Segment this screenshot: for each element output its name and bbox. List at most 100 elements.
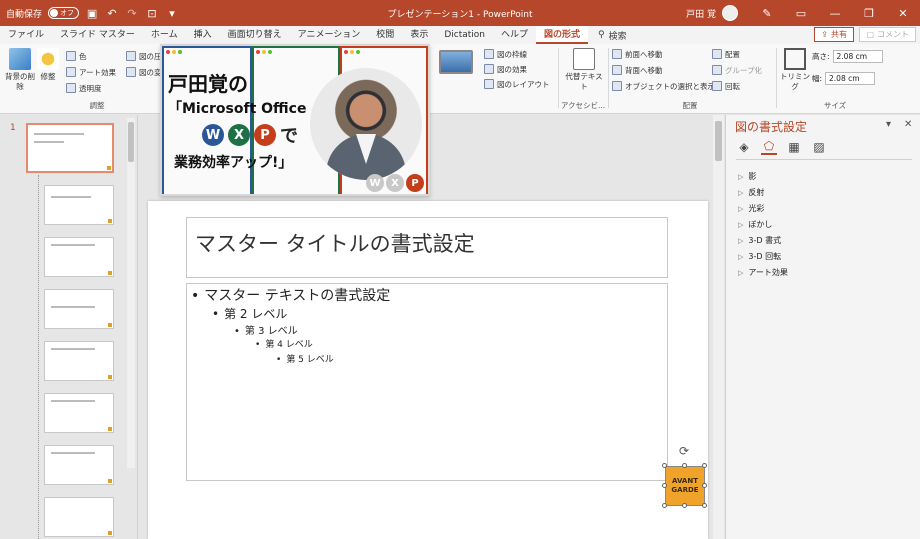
- tab-review[interactable]: 校閲: [368, 26, 402, 44]
- expand-caret-icon: ▷: [738, 204, 744, 213]
- ribbon-display-icon[interactable]: ▭: [784, 0, 818, 26]
- tab-home[interactable]: ホーム: [143, 26, 186, 44]
- effects-icon[interactable]: ⬠: [761, 139, 777, 155]
- layout-thumbnail[interactable]: [44, 445, 114, 485]
- resize-handle[interactable]: [702, 463, 707, 468]
- master-thumbnail[interactable]: [26, 123, 114, 173]
- group-button[interactable]: グループ化: [712, 64, 762, 76]
- corrections-button[interactable]: 修整: [30, 48, 66, 82]
- minimize-icon[interactable]: —: [818, 0, 852, 26]
- tab-file[interactable]: ファイル: [0, 26, 52, 44]
- size-properties-icon[interactable]: ▦: [786, 139, 802, 155]
- level-1-text[interactable]: • マスター テキストの書式設定: [191, 285, 390, 305]
- transparency-button[interactable]: 透明度: [66, 82, 102, 94]
- section-soft-edges[interactable]: ▷ ぼかし: [738, 219, 772, 230]
- send-backward-label: 背面へ移動: [625, 65, 663, 75]
- artistic-effects-button[interactable]: アート効果: [66, 66, 116, 78]
- resize-handle[interactable]: [662, 463, 667, 468]
- layout-thumbnail[interactable]: [44, 497, 114, 537]
- picture-style-gallery[interactable]: [436, 50, 476, 76]
- pen-icon[interactable]: ✎: [750, 0, 784, 26]
- ribbon-separator: [776, 48, 777, 108]
- logo-line-1: AVANT: [672, 477, 698, 485]
- customize-qa-icon[interactable]: ▾: [165, 6, 179, 20]
- tab-view[interactable]: 表示: [402, 26, 436, 44]
- tab-insert[interactable]: 挿入: [186, 26, 220, 44]
- scrollbar-thumb[interactable]: [128, 122, 134, 162]
- section-glow[interactable]: ▷ 光彩: [738, 203, 764, 214]
- close-icon[interactable]: ✕: [886, 0, 920, 26]
- restore-icon[interactable]: ❐: [852, 0, 886, 26]
- resize-handle[interactable]: [662, 483, 667, 488]
- canvas-scrollbar[interactable]: [713, 115, 724, 539]
- align-button[interactable]: 配置: [712, 48, 740, 60]
- alt-text-button[interactable]: 代替テキスト: [564, 48, 604, 92]
- compress-pictures-button[interactable]: 図の圧: [126, 50, 162, 62]
- picture-icon[interactable]: ▨: [811, 139, 827, 155]
- tab-picture-format[interactable]: 図の形式: [536, 26, 589, 44]
- level-3-text[interactable]: • 第 3 レベル: [234, 322, 298, 337]
- thumb-line: [51, 244, 95, 246]
- level-4-text[interactable]: • 第 4 レベル: [255, 337, 313, 350]
- section-shadow[interactable]: ▷ 影: [738, 171, 756, 182]
- transparency-label: 透明度: [79, 83, 102, 93]
- section-reflection[interactable]: ▷ 反射: [738, 187, 764, 198]
- present-icon[interactable]: ⊡: [145, 6, 159, 20]
- rotate-handle-icon[interactable]: ⟳: [677, 444, 691, 458]
- share-button[interactable]: ⇪ 共有: [814, 27, 854, 42]
- resize-handle[interactable]: [702, 503, 707, 508]
- section-3d-format[interactable]: ▷ 3-D 書式: [738, 235, 781, 246]
- height-field[interactable]: 高さ: 2.08 cm: [812, 50, 883, 63]
- slide-thumbnail-panel: 1: [0, 115, 138, 539]
- level-2-text[interactable]: • 第 2 レベル: [212, 305, 287, 322]
- picture-effects-button[interactable]: 図の効果: [484, 63, 527, 75]
- avant-garde-logo[interactable]: AVANT GARDE: [665, 466, 705, 506]
- thumbnail-scrollbar[interactable]: [127, 118, 135, 468]
- tab-animations[interactable]: アニメーション: [290, 26, 369, 44]
- layout-thumbnail[interactable]: [44, 289, 114, 329]
- resize-handle[interactable]: [682, 463, 687, 468]
- picture-border-button[interactable]: 図の枠線: [484, 48, 527, 60]
- avatar[interactable]: [722, 5, 738, 21]
- autosave-toggle[interactable]: オフ: [48, 7, 80, 19]
- mini-window-bar: [164, 48, 250, 56]
- tab-slide-master[interactable]: スライド マスター: [52, 26, 143, 44]
- resize-handle[interactable]: [682, 503, 687, 508]
- change-picture-button[interactable]: 図の変: [126, 66, 162, 78]
- section-3d-rotation[interactable]: ▷ 3-D 回転: [738, 251, 781, 262]
- bring-forward-button[interactable]: 前面へ移動: [612, 48, 663, 60]
- redo-icon[interactable]: ↷: [125, 6, 139, 20]
- pane-close-icon[interactable]: ✕: [904, 119, 912, 130]
- title-placeholder[interactable]: マスター タイトルの書式設定: [186, 217, 668, 278]
- resize-handle[interactable]: [702, 483, 707, 488]
- comment-button[interactable]: ▢ コメント: [859, 27, 916, 42]
- width-input[interactable]: 2.08 cm: [825, 72, 876, 85]
- tab-transitions[interactable]: 画面切り替え: [220, 26, 290, 44]
- layout-thumbnail[interactable]: [44, 393, 114, 433]
- height-input[interactable]: 2.08 cm: [832, 50, 883, 63]
- picture-border-icon: [484, 49, 494, 59]
- selection-pane-button[interactable]: オブジェクトの選択と表示: [612, 80, 715, 92]
- layout-thumbnail[interactable]: [44, 341, 114, 381]
- pane-options-icon[interactable]: ▾: [886, 119, 891, 130]
- layout-thumbnail[interactable]: [44, 237, 114, 277]
- layout-thumbnail[interactable]: [44, 185, 114, 225]
- send-backward-button[interactable]: 背面へ移動: [612, 64, 663, 76]
- ribbon-separator: [608, 48, 609, 108]
- search-box[interactable]: ⚲ 検索: [598, 29, 627, 42]
- level-5-text[interactable]: • 第 5 レベル: [276, 352, 334, 365]
- tab-dictation[interactable]: Dictation: [436, 26, 493, 44]
- rotate-button[interactable]: 回転: [712, 80, 740, 92]
- picture-layout-button[interactable]: 図のレイアウト: [484, 78, 550, 90]
- crop-button[interactable]: トリミング: [778, 48, 812, 92]
- user-name[interactable]: 戸田 覚: [686, 7, 716, 20]
- scrollbar-thumb[interactable]: [715, 121, 722, 161]
- undo-icon[interactable]: ↶: [105, 6, 119, 20]
- color-button[interactable]: 色: [66, 50, 87, 62]
- width-field[interactable]: 幅: 2.08 cm: [812, 72, 876, 85]
- resize-handle[interactable]: [662, 503, 667, 508]
- fill-line-icon[interactable]: ◈: [736, 139, 752, 155]
- tab-help[interactable]: ヘルプ: [493, 26, 536, 44]
- section-artistic-effects[interactable]: ▷ アート効果: [738, 267, 788, 278]
- save-icon[interactable]: ▣: [85, 6, 99, 20]
